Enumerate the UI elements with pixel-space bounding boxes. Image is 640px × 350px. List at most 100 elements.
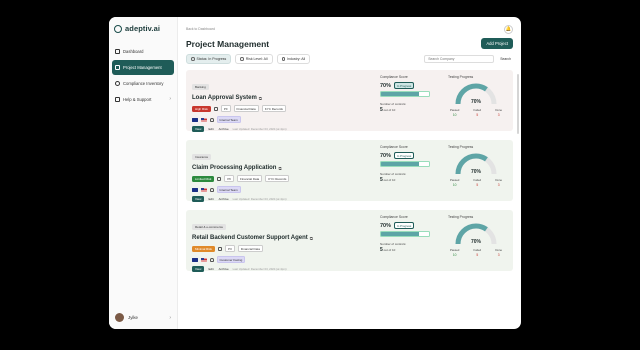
industry-tag: Insurance [192, 154, 212, 160]
database-icon [217, 176, 222, 181]
data-type-tag: Financial Data [233, 105, 259, 112]
project-card: Insurance Claim Processing Application ⧉… [186, 140, 513, 202]
chevron-right-icon: › [169, 96, 171, 102]
passed-label: Passed [450, 108, 460, 112]
testing-gauge: 70% [454, 152, 498, 176]
user-icon [210, 117, 214, 122]
data-type-tag: KYC Records [261, 105, 286, 112]
view-button[interactable]: View [192, 126, 205, 132]
sidebar-item-help-support[interactable]: Help & Support › [112, 92, 174, 106]
us-flag-icon [201, 187, 207, 192]
edit-button[interactable]: Edit [207, 196, 214, 202]
passed-value: 10 [452, 113, 457, 117]
failed-label: Failed [473, 248, 482, 252]
main-content: Back to Dashboard 🔔 Project Management A… [178, 17, 521, 329]
external-link-icon[interactable]: ⧉ [259, 96, 262, 101]
filter-icon [240, 57, 244, 61]
done-value: 3 [497, 253, 500, 257]
archive-button[interactable]: Archive [218, 196, 230, 202]
compliance-score-value: 70% [380, 152, 392, 159]
view-button[interactable]: View [192, 196, 205, 202]
user-icon [210, 257, 214, 262]
search-button[interactable]: Search [498, 57, 513, 61]
database-icon [213, 106, 218, 111]
australia-flag-icon [192, 117, 198, 122]
logo-icon [114, 24, 122, 33]
page-title: Project Management [186, 38, 270, 49]
team-tag: Customer Facing [216, 256, 246, 263]
folder-icon [115, 65, 120, 70]
logo-text: adeptiv.ai [125, 24, 161, 33]
archive-button[interactable]: Archive [218, 126, 230, 132]
risk-badge: Limited Risk [192, 175, 215, 182]
logo[interactable]: adeptiv.ai [112, 24, 174, 45]
compliance-score-label: Compliance Score [380, 145, 408, 149]
done-label: Done [495, 108, 502, 112]
compliance-progress-bar [380, 231, 430, 237]
project-name[interactable]: Claim Processing Application [192, 165, 276, 171]
sidebar-item-label: Compliance Inventory [123, 81, 164, 86]
passed-value: 10 [452, 253, 457, 257]
controls-value: 5 out of 10 [380, 177, 446, 183]
archive-button[interactable]: Archive [218, 266, 230, 272]
controls-total: out of 10 [383, 108, 396, 112]
status-filter[interactable]: Status: In Progress [186, 54, 232, 64]
failed-label: Failed [473, 178, 482, 182]
user-icon [210, 187, 214, 192]
filter-bar: Status: In Progress Risk Level: All Indu… [186, 54, 513, 64]
industry-filter[interactable]: Industry: All [276, 54, 311, 64]
project-name[interactable]: Retail Backend Customer Support Agent [192, 235, 308, 241]
risk-level-filter[interactable]: Risk Level: All [235, 54, 273, 64]
user-name: Jyike [128, 315, 139, 320]
compliance-progress-bar [380, 161, 430, 167]
edit-button[interactable]: Edit [207, 126, 214, 132]
risk-badge: High Risk [192, 105, 211, 112]
last-updated: Last Updated: December 03, 2024 (at 4pm) [232, 197, 287, 201]
done-value: 3 [497, 113, 500, 117]
controls-done: 5 [380, 107, 383, 113]
done-value: 3 [497, 183, 500, 187]
scrollbar[interactable] [517, 74, 519, 134]
testing-gauge: 70% [454, 82, 498, 106]
gauge-value: 70% [470, 169, 481, 175]
back-link[interactable]: Back to Dashboard [186, 27, 215, 31]
view-button[interactable]: View [192, 266, 205, 272]
controls-value: 5 out of 10 [380, 247, 446, 253]
controls-total: out of 10 [383, 248, 396, 252]
controls-value: 5 out of 10 [380, 107, 446, 113]
filter-label: Risk Level: All [245, 57, 268, 61]
search-input[interactable] [424, 55, 495, 63]
failed-value: 5 [476, 253, 479, 257]
compliance-score-value: 70% [380, 222, 392, 229]
sidebar-item-compliance-inventory[interactable]: Compliance Inventory [112, 77, 174, 90]
compliance-progress-fill [381, 92, 420, 96]
last-updated: Last Updated: December 03, 2024 (at 4pm) [232, 127, 287, 131]
data-type-tag: Financial Data [237, 175, 263, 182]
edit-button[interactable]: Edit [207, 266, 214, 272]
compliance-progress-fill [381, 232, 420, 236]
us-flag-icon [201, 257, 207, 262]
avatar [115, 313, 124, 322]
controls-label: Number of controls: [380, 242, 407, 246]
failed-label: Failed [473, 108, 482, 112]
team-tag: Internal Team [216, 186, 241, 193]
passed-label: Passed [450, 248, 460, 252]
sidebar-item-dashboard[interactable]: Dashboard [112, 45, 174, 58]
controls-total: out of 10 [383, 178, 396, 182]
external-link-icon[interactable]: ⧉ [278, 166, 281, 171]
filter-icon [191, 57, 195, 61]
bell-icon[interactable]: 🔔 [504, 24, 513, 34]
sidebar-item-project-management[interactable]: Project Management [112, 60, 174, 75]
external-link-icon[interactable]: ⧉ [310, 236, 313, 241]
user-menu[interactable]: Jyike › [112, 310, 174, 325]
compliance-progress-bar [380, 91, 430, 97]
controls-done: 5 [380, 177, 383, 183]
done-label: Done [495, 178, 502, 182]
risk-badge: Minimal Risk [192, 245, 216, 252]
testing-progress-label: Testing Progress [448, 215, 474, 219]
sidebar-item-label: Project Management [123, 65, 162, 70]
industry-tag: Banking [192, 84, 209, 90]
project-name[interactable]: Loan Approval System [192, 95, 257, 101]
add-project-button[interactable]: Add Project [481, 38, 513, 49]
passed-value: 10 [452, 183, 457, 187]
